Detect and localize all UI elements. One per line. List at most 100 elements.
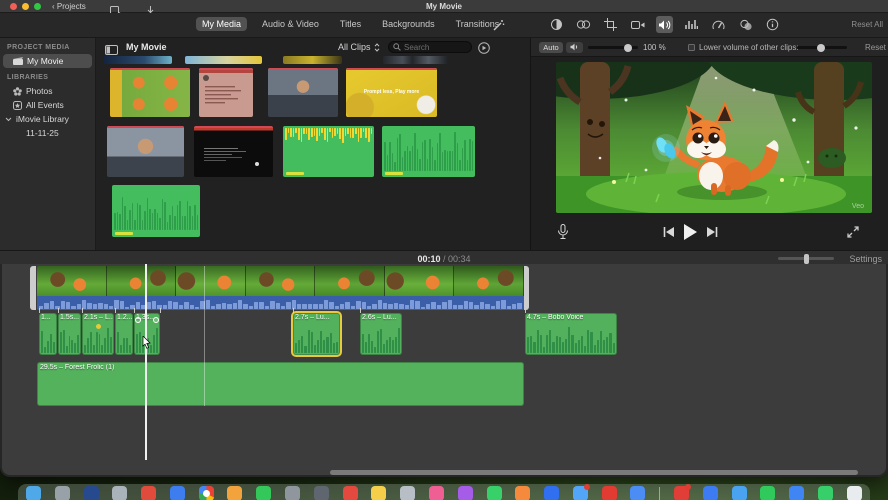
tab-audio-video[interactable]: Audio & Video — [256, 17, 325, 31]
dock-app-icon[interactable] — [486, 485, 502, 500]
tab-backgrounds[interactable]: Backgrounds — [376, 17, 441, 31]
skim-playback-icon[interactable] — [478, 41, 490, 59]
timeline-zoom-slider[interactable] — [778, 253, 834, 264]
timeline-zoom-knob[interactable] — [804, 253, 809, 264]
timeline-audio-clip[interactable]: 1... — [39, 313, 57, 355]
mute-button[interactable] — [566, 41, 583, 53]
tab-my-media[interactable]: My Media — [196, 17, 248, 31]
sidebar-item-all-events[interactable]: All Events — [0, 98, 95, 112]
timeline-audio-clip[interactable]: 4.7s – Bobo Voice — [525, 313, 617, 355]
clip-filter-dropdown[interactable]: All Clips — [338, 42, 380, 52]
enhance-wand-icon[interactable] — [490, 17, 507, 34]
auto-volume-button[interactable]: Auto — [539, 41, 563, 53]
fullscreen-icon[interactable] — [847, 226, 859, 238]
dock-app-icon[interactable] — [601, 485, 617, 500]
dock-app-icon[interactable] — [285, 485, 301, 500]
crop-icon[interactable] — [602, 16, 619, 33]
reset-all-button[interactable]: Reset All — [851, 20, 883, 29]
lower-volume-slider[interactable] — [797, 43, 847, 52]
dock-app-icon[interactable] — [400, 485, 416, 500]
dock-app-icon[interactable] — [702, 485, 718, 500]
dock-app-icon[interactable] — [256, 485, 272, 500]
sidebar-item-photos[interactable]: Photos — [0, 84, 95, 98]
dock-app-icon[interactable] — [83, 485, 99, 500]
dock-app-icon[interactable] — [572, 483, 590, 500]
sidebar-item-imovie-library[interactable]: iMovie Library — [0, 112, 95, 126]
dock-app-icon[interactable] — [457, 485, 473, 500]
fade-handle-icon[interactable] — [135, 317, 141, 323]
media-thumbnail-audio[interactable] — [112, 185, 200, 237]
timeline-audio-clip-selected[interactable]: 2.7s – Lu... — [293, 313, 340, 355]
dock-app-icon[interactable] — [544, 485, 560, 500]
timeline-audio-clip[interactable]: 1.5s... — [58, 313, 81, 355]
dock-app-icon[interactable] — [846, 485, 862, 500]
dock-app-icon[interactable] — [342, 485, 358, 500]
dock-app-icon[interactable] — [169, 485, 185, 500]
dock-app-icon[interactable] — [112, 485, 128, 500]
dock-app-icon[interactable] — [515, 485, 531, 500]
search-input[interactable] — [404, 42, 464, 52]
volume-slider[interactable] — [588, 43, 638, 52]
timeline-horizontal-scrollbar[interactable] — [330, 470, 858, 475]
timeline-settings-button[interactable]: Settings — [849, 254, 882, 264]
dock-app-icon[interactable] — [789, 485, 805, 500]
media-thumbnail[interactable] — [185, 56, 262, 64]
speed-icon[interactable] — [710, 16, 727, 33]
dock-app-icon[interactable] — [227, 485, 243, 500]
dock-app-icon[interactable] — [673, 483, 691, 500]
dock-app-icon[interactable] — [26, 485, 41, 500]
dock-app-icon[interactable] — [141, 485, 157, 500]
timeline-audio-clip[interactable]: 2.1s – L... — [82, 313, 114, 355]
stabilization-icon[interactable] — [629, 16, 646, 33]
play-button[interactable] — [683, 224, 697, 240]
sidebar-item-event-date[interactable]: 11-11-25 — [0, 126, 95, 140]
color-correction-icon[interactable] — [575, 16, 592, 33]
fade-handle-icon[interactable] — [153, 317, 159, 323]
media-thumbnail[interactable] — [383, 56, 448, 64]
preview-viewer[interactable]: Veo — [556, 62, 872, 213]
voiceover-mic-icon[interactable] — [557, 224, 569, 240]
dock-app-icon[interactable] — [731, 485, 747, 500]
reset-volume-button[interactable]: Reset — [865, 43, 886, 52]
next-frame-button[interactable] — [707, 227, 718, 237]
media-thumbnail-audio[interactable] — [283, 126, 374, 177]
media-thumbnail-screen-recording[interactable] — [194, 126, 273, 177]
lower-volume-knob[interactable] — [817, 43, 825, 52]
lower-volume-checkbox[interactable] — [688, 43, 695, 51]
media-thumbnail-fox-grid[interactable] — [110, 68, 190, 117]
media-thumbnail-audio[interactable] — [382, 126, 475, 177]
volume-slider-knob[interactable] — [624, 43, 632, 52]
dock-app-icon[interactable] — [760, 485, 776, 500]
clip-trim-handle-left[interactable] — [30, 266, 36, 310]
media-thumbnail[interactable] — [103, 56, 172, 64]
dock-app-icon[interactable] — [817, 485, 833, 500]
media-thumbnail[interactable] — [283, 56, 342, 64]
timeline-video-clip[interactable] — [37, 266, 524, 296]
search-field[interactable] — [388, 41, 472, 53]
clip-info-icon[interactable] — [764, 16, 781, 33]
previous-frame-button[interactable] — [663, 227, 674, 237]
timeline-audio-clip[interactable]: 2.6s – Lu... — [360, 313, 402, 355]
volume-icon[interactable] — [656, 16, 673, 33]
playhead[interactable] — [145, 264, 147, 460]
timeline-music-clip[interactable]: 29.5s – Forest Frolic (1) — [37, 362, 524, 406]
dock-app-icon[interactable] — [198, 485, 214, 500]
tab-titles[interactable]: Titles — [334, 17, 367, 31]
dock-app-icon[interactable] — [630, 485, 646, 500]
timeline-audio-clip[interactable]: 1.2... — [115, 313, 133, 355]
media-thumbnail-promo[interactable]: Prompt less, Play more — [346, 68, 437, 117]
dock-app-icon[interactable] — [428, 485, 444, 500]
dock-app-icon[interactable] — [54, 485, 70, 500]
clip-trim-handle-right[interactable] — [524, 266, 529, 310]
media-thumbnail-webcam[interactable] — [268, 68, 338, 117]
dock-app-icon[interactable] — [371, 485, 387, 500]
noise-reduction-icon[interactable] — [683, 16, 700, 33]
sidebar-item-my-movie[interactable]: My Movie — [3, 54, 92, 68]
effects-icon[interactable] — [737, 16, 754, 33]
timeline-video-audio-track[interactable] — [37, 296, 524, 310]
clip-waveform — [295, 326, 338, 353]
color-balance-icon[interactable] — [548, 16, 565, 33]
media-thumbnail-webcam[interactable] — [107, 126, 184, 177]
dock-app-icon[interactable] — [313, 485, 329, 500]
media-thumbnail-document[interactable] — [199, 68, 253, 117]
